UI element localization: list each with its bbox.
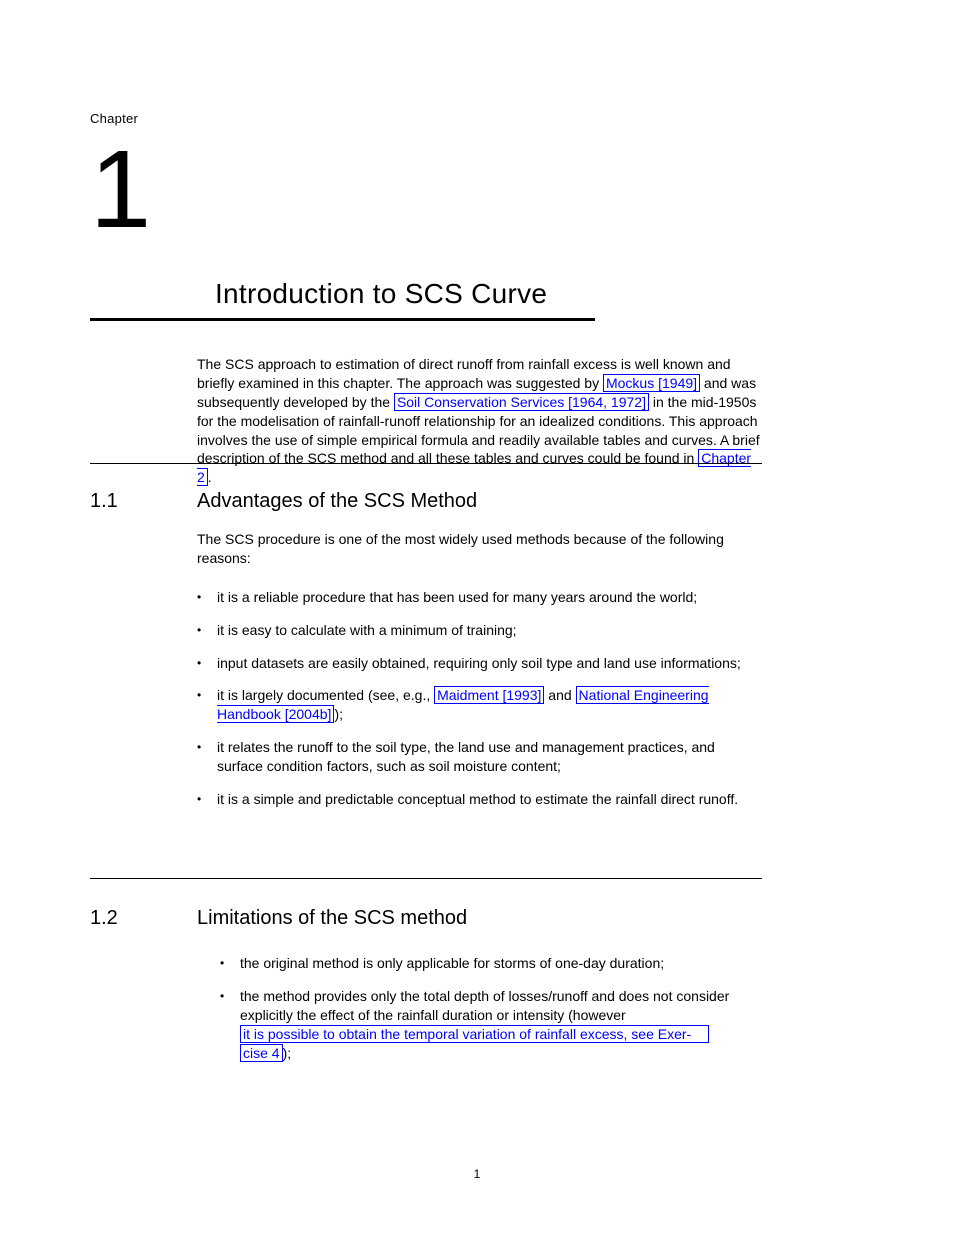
list-item: it is easy to calculate with a minimum o… (197, 621, 762, 640)
section-2-body: the original method is only applicable f… (220, 950, 765, 1076)
section-number: 1.1 (90, 488, 118, 515)
list-text: ); (334, 706, 343, 722)
intro-block: The SCS approach to estimation of direct… (197, 355, 762, 491)
section-lead: The SCS procedure is one of the most wid… (197, 530, 762, 568)
section-number: 1.2 (90, 905, 118, 932)
list-text: it is a simple and predictable conceptua… (217, 791, 738, 807)
link-exercise-4-line1[interactable]: it is possible to obtain the temporal va… (240, 1025, 709, 1044)
list-item: it is largely documented (see, e.g., Mai… (197, 686, 762, 724)
link-maidment-1993[interactable]: Maidment [1993] (434, 686, 544, 704)
list-item: it is a reliable procedure that has been… (197, 588, 762, 607)
section-title: Advantages of the SCS Method (197, 488, 477, 515)
list-text: it is easy to calculate with a minimum o… (217, 622, 517, 638)
title-rule (90, 318, 595, 321)
advantages-list: it is a reliable procedure that has been… (197, 588, 762, 809)
limitations-list: the original method is only applicable f… (220, 954, 765, 1062)
section-rule (90, 463, 762, 464)
list-item: the original method is only applicable f… (220, 954, 765, 973)
list-text: and (544, 687, 575, 703)
link-exercise-4-line2[interactable]: cise 4 (240, 1044, 283, 1063)
list-text: the original method is only applicable f… (240, 955, 664, 971)
link-scs-1964-1972[interactable]: Soil Conservation Services [1964, 1972] (394, 393, 649, 411)
list-text: input datasets are easily obtained, requ… (217, 655, 741, 671)
list-text: it is largely documented (see, e.g., (217, 687, 434, 703)
section-title: Limitations of the SCS method (197, 905, 467, 932)
list-item: the method provides only the total depth… (220, 987, 765, 1063)
list-item: it relates the runoff to the soil type, … (197, 738, 762, 776)
page-number: 1 (0, 1166, 954, 1182)
link-mockus-1949[interactable]: Mockus [1949] (603, 374, 700, 392)
list-item: it is a simple and predictable conceptua… (197, 790, 762, 809)
list-item: input datasets are easily obtained, requ… (197, 654, 762, 673)
chapter-number: 1 (90, 135, 148, 245)
section-rule (90, 878, 762, 879)
list-text: the method provides only the total depth… (240, 988, 729, 1023)
chapter-title: Introduction to SCS Curve (215, 275, 547, 313)
list-text: it relates the runoff to the soil type, … (217, 739, 715, 774)
chapter-label: Chapter (90, 110, 138, 128)
list-text: it is a reliable procedure that has been… (217, 589, 697, 605)
section-1-body: The SCS procedure is one of the most wid… (197, 530, 762, 823)
list-text: ); (283, 1045, 292, 1061)
